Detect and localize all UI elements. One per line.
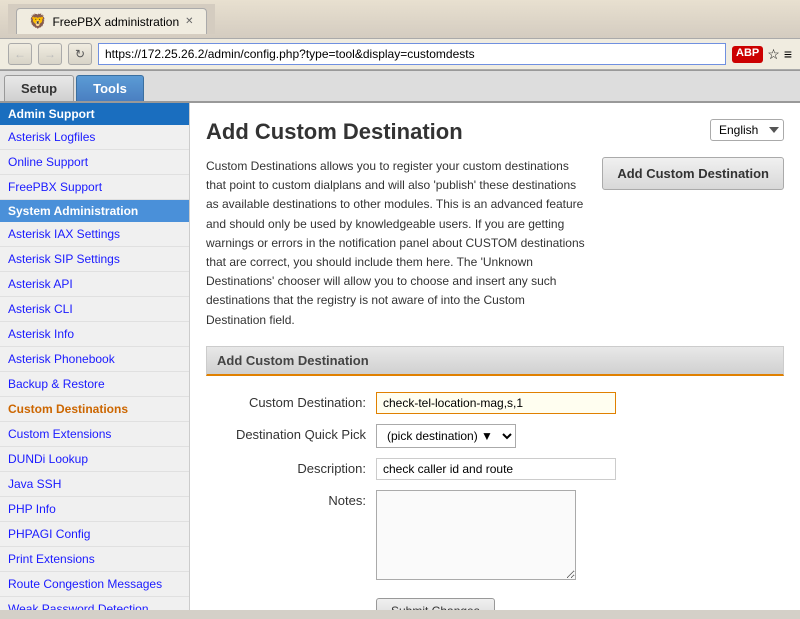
sidebar-item-online-support[interactable]: Online Support	[0, 150, 189, 175]
sidebar-system-admin-header: System Administration	[0, 200, 189, 222]
add-custom-destination-button[interactable]: Add Custom Destination	[602, 157, 784, 190]
description-label: Description:	[206, 458, 366, 476]
forward-button[interactable]: →	[38, 43, 62, 65]
back-button[interactable]: ←	[8, 43, 32, 65]
sidebar-item-asterisk-api[interactable]: Asterisk API	[0, 272, 189, 297]
title-bar: 🦁 FreePBX administration ✕	[0, 0, 800, 39]
bookmark-icon[interactable]: ☆	[767, 46, 780, 63]
description-area: Custom Destinations allows you to regist…	[206, 157, 784, 330]
tab-title: FreePBX administration	[52, 15, 179, 29]
custom-destination-input[interactable]	[376, 392, 616, 414]
content-area: Admin Support Asterisk Logfiles Online S…	[0, 103, 800, 610]
sidebar-item-asterisk-logfiles[interactable]: Asterisk Logfiles	[0, 125, 189, 150]
description-input[interactable]	[376, 458, 616, 480]
destination-quick-pick-label: Destination Quick Pick	[206, 424, 366, 442]
sidebar-item-custom-extensions[interactable]: Custom Extensions	[0, 422, 189, 447]
addon-icons: ABP ☆ ≡	[732, 46, 792, 63]
top-nav: Setup Tools	[0, 71, 800, 103]
custom-destination-row: Custom Destination:	[206, 392, 784, 414]
notes-label: Notes:	[206, 490, 366, 508]
sidebar-item-asterisk-info[interactable]: Asterisk Info	[0, 322, 189, 347]
address-input[interactable]	[98, 43, 726, 65]
sidebar-item-php-info[interactable]: PHP Info	[0, 497, 189, 522]
notes-textarea[interactable]	[376, 490, 576, 580]
form-section-header: Add Custom Destination	[206, 346, 784, 376]
submit-changes-button[interactable]: Submit Changes	[376, 598, 495, 610]
language-selector-container: English French Spanish	[710, 119, 784, 141]
sidebar-item-route-congestion[interactable]: Route Congestion Messages	[0, 572, 189, 597]
address-bar: ← → ↻ ABP ☆ ≡	[0, 39, 800, 70]
sidebar: Admin Support Asterisk Logfiles Online S…	[0, 103, 190, 610]
tab-close-button[interactable]: ✕	[185, 16, 193, 27]
reload-button[interactable]: ↻	[68, 43, 92, 65]
sidebar-item-freepbx-support[interactable]: FreePBX Support	[0, 175, 189, 200]
sidebar-admin-support-header: Admin Support	[0, 103, 189, 125]
sidebar-item-java-ssh[interactable]: Java SSH	[0, 472, 189, 497]
tab-bar: 🦁 FreePBX administration ✕	[8, 4, 215, 34]
sidebar-item-dundi-lookup[interactable]: DUNDi Lookup	[0, 447, 189, 472]
adblock-icon: ABP	[732, 46, 763, 63]
sidebar-item-custom-destinations[interactable]: Custom Destinations	[0, 397, 189, 422]
submit-row: Submit Changes	[206, 590, 784, 610]
sidebar-item-asterisk-iax[interactable]: Asterisk IAX Settings	[0, 222, 189, 247]
sidebar-item-print-extensions[interactable]: Print Extensions	[0, 547, 189, 572]
freepbx-icon: 🦁	[29, 13, 46, 30]
destination-quick-pick-select[interactable]: (pick destination) ▼	[376, 424, 516, 448]
destination-quick-pick-row: Destination Quick Pick (pick destination…	[206, 424, 784, 448]
sidebar-item-weak-password[interactable]: Weak Password Detection	[0, 597, 189, 610]
tab-tools[interactable]: Tools	[76, 75, 144, 101]
custom-destination-label: Custom Destination:	[206, 392, 366, 410]
description-text: Custom Destinations allows you to regist…	[206, 157, 586, 330]
freepbx-app: Setup Tools Admin Support Asterisk Logfi…	[0, 71, 800, 610]
sidebar-item-asterisk-sip[interactable]: Asterisk SIP Settings	[0, 247, 189, 272]
tab-setup[interactable]: Setup	[4, 75, 74, 101]
notes-row: Notes:	[206, 490, 784, 580]
language-select[interactable]: English French Spanish	[710, 119, 784, 141]
menu-icon[interactable]: ≡	[784, 46, 792, 63]
sidebar-item-backup-restore[interactable]: Backup & Restore	[0, 372, 189, 397]
page-title: Add Custom Destination	[206, 119, 784, 145]
browser-chrome: 🦁 FreePBX administration ✕ ← → ↻ ABP ☆ ≡	[0, 0, 800, 71]
description-row: Description:	[206, 458, 784, 480]
sidebar-item-asterisk-cli[interactable]: Asterisk CLI	[0, 297, 189, 322]
browser-tab[interactable]: 🦁 FreePBX administration ✕	[16, 8, 207, 34]
sidebar-item-phpagi-config[interactable]: PHPAGI Config	[0, 522, 189, 547]
main-content: English French Spanish Add Custom Destin…	[190, 103, 800, 610]
sidebar-item-asterisk-phonebook[interactable]: Asterisk Phonebook	[0, 347, 189, 372]
